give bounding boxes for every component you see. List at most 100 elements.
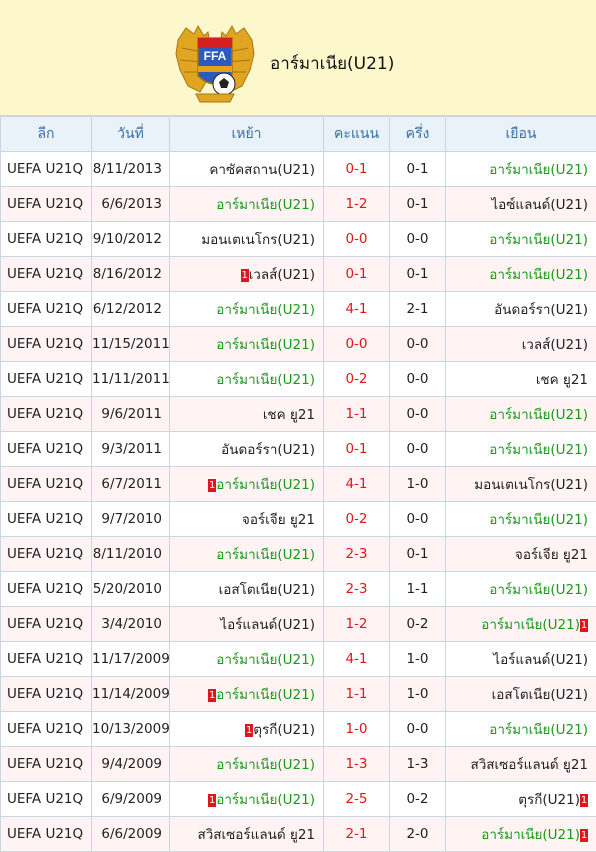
away-team-name[interactable]: อาร์มาเนีย(U21) (481, 827, 580, 843)
away-team-cell[interactable]: อันดอร์รา(U21) (446, 292, 596, 327)
league-cell[interactable]: UEFA U21Q (1, 397, 92, 432)
home-team-name[interactable]: ไอร์แลนด์(U21) (220, 617, 315, 633)
league-cell[interactable]: UEFA U21Q (1, 537, 92, 572)
league-name[interactable]: UEFA U21Q (7, 441, 83, 457)
away-team-cell[interactable]: อาร์มาเนีย(U21) (446, 222, 596, 257)
column-header-league[interactable]: ลีก (1, 117, 92, 152)
away-team-cell[interactable]: ไอซ์แลนด์(U21) (446, 187, 596, 222)
league-cell[interactable]: UEFA U21Q (1, 607, 92, 642)
league-name[interactable]: UEFA U21Q (7, 476, 83, 492)
away-team-cell[interactable]: ตุรกี(U21)1 (446, 782, 596, 817)
away-team-cell[interactable]: อาร์มาเนีย(U21) (446, 572, 596, 607)
full-time-score[interactable]: 1-0 (345, 721, 367, 737)
full-time-score[interactable]: 0-1 (345, 441, 367, 457)
league-cell[interactable]: UEFA U21Q (1, 292, 92, 327)
home-team-cell[interactable]: เอสโตเนีย(U21) (170, 572, 324, 607)
away-team-cell[interactable]: อาร์มาเนีย(U21)1 (446, 607, 596, 642)
league-cell[interactable]: UEFA U21Q (1, 187, 92, 222)
column-header-home[interactable]: เหย้า (170, 117, 324, 152)
league-name[interactable]: UEFA U21Q (7, 686, 83, 702)
away-team-name[interactable]: อาร์มาเนีย(U21) (489, 232, 588, 248)
score-cell[interactable]: 2-3 (324, 537, 390, 572)
score-cell[interactable]: 0-2 (324, 502, 390, 537)
full-time-score[interactable]: 1-1 (345, 406, 367, 422)
home-team-cell[interactable]: 1อาร์มาเนีย(U21) (170, 677, 324, 712)
home-team-cell[interactable]: 1เวลส์(U21) (170, 257, 324, 292)
score-cell[interactable]: 0-2 (324, 362, 390, 397)
home-team-name[interactable]: อาร์มาเนีย(U21) (216, 477, 315, 493)
full-time-score[interactable]: 4-1 (345, 301, 367, 317)
column-header-away[interactable]: เยือน (446, 117, 596, 152)
away-team-cell[interactable]: อาร์มาเนีย(U21) (446, 152, 596, 187)
home-team-cell[interactable]: อันดอร์รา(U21) (170, 432, 324, 467)
home-team-cell[interactable]: อาร์มาเนีย(U21) (170, 642, 324, 677)
away-team-name[interactable]: อาร์มาเนีย(U21) (489, 722, 588, 738)
away-team-name[interactable]: อาร์มาเนีย(U21) (489, 512, 588, 528)
away-team-name[interactable]: ไอซ์แลนด์(U21) (491, 197, 588, 213)
league-cell[interactable]: UEFA U21Q (1, 257, 92, 292)
league-cell[interactable]: UEFA U21Q (1, 817, 92, 852)
away-team-cell[interactable]: ไอร์แลนด์(U21) (446, 642, 596, 677)
league-cell[interactable]: UEFA U21Q (1, 712, 92, 747)
column-header-date[interactable]: วันที่ (92, 117, 170, 152)
away-team-cell[interactable]: สวิสเซอร์แลนด์ ยู21 (446, 747, 596, 782)
home-team-cell[interactable]: เชค ยู21 (170, 397, 324, 432)
score-cell[interactable]: 2-1 (324, 817, 390, 852)
score-cell[interactable]: 1-1 (324, 397, 390, 432)
home-team-name[interactable]: เอสโตเนีย(U21) (219, 582, 315, 598)
away-team-name[interactable]: ตุรกี(U21) (518, 792, 580, 808)
away-team-name[interactable]: อันดอร์รา(U21) (494, 302, 588, 318)
league-cell[interactable]: UEFA U21Q (1, 222, 92, 257)
away-team-name[interactable]: เชค ยู21 (536, 372, 588, 388)
away-team-name[interactable]: อาร์มาเนีย(U21) (489, 407, 588, 423)
home-team-cell[interactable]: อาร์มาเนีย(U21) (170, 537, 324, 572)
home-team-name[interactable]: อันดอร์รา(U21) (221, 442, 315, 458)
league-name[interactable]: UEFA U21Q (7, 791, 83, 807)
score-cell[interactable]: 0-1 (324, 152, 390, 187)
league-name[interactable]: UEFA U21Q (7, 826, 83, 842)
home-team-name[interactable]: อาร์มาเนีย(U21) (216, 687, 315, 703)
league-name[interactable]: UEFA U21Q (7, 336, 83, 352)
away-team-cell[interactable]: เชค ยู21 (446, 362, 596, 397)
league-name[interactable]: UEFA U21Q (7, 266, 83, 282)
league-name[interactable]: UEFA U21Q (7, 406, 83, 422)
league-name[interactable]: UEFA U21Q (7, 756, 83, 772)
away-team-cell[interactable]: มอนเตเนโกร(U21) (446, 467, 596, 502)
score-cell[interactable]: 0-0 (324, 222, 390, 257)
home-team-name[interactable]: คาซัคสถาน(U21) (209, 162, 315, 178)
away-team-cell[interactable]: อาร์มาเนีย(U21) (446, 432, 596, 467)
away-team-name[interactable]: อาร์มาเนีย(U21) (481, 617, 580, 633)
home-team-name[interactable]: ตุรกี(U21) (253, 722, 315, 738)
home-team-cell[interactable]: อาร์มาเนีย(U21) (170, 362, 324, 397)
home-team-cell[interactable]: อาร์มาเนีย(U21) (170, 327, 324, 362)
home-team-cell[interactable]: คาซัคสถาน(U21) (170, 152, 324, 187)
home-team-name[interactable]: มอนเตเนโกร(U21) (201, 232, 315, 248)
home-team-cell[interactable]: 1อาร์มาเนีย(U21) (170, 782, 324, 817)
score-cell[interactable]: 2-5 (324, 782, 390, 817)
column-header-score[interactable]: คะแนน (324, 117, 390, 152)
league-cell[interactable]: UEFA U21Q (1, 362, 92, 397)
league-cell[interactable]: UEFA U21Q (1, 327, 92, 362)
score-cell[interactable]: 0-1 (324, 432, 390, 467)
league-cell[interactable]: UEFA U21Q (1, 642, 92, 677)
league-name[interactable]: UEFA U21Q (7, 161, 83, 177)
column-header-half[interactable]: ครึ่ง (390, 117, 446, 152)
away-team-name[interactable]: สวิสเซอร์แลนด์ ยู21 (470, 757, 588, 773)
away-team-cell[interactable]: เวลส์(U21) (446, 327, 596, 362)
score-cell[interactable]: 1-1 (324, 677, 390, 712)
away-team-name[interactable]: จอร์เจีย ยู21 (515, 547, 588, 563)
league-cell[interactable]: UEFA U21Q (1, 782, 92, 817)
home-team-cell[interactable]: อาร์มาเนีย(U21) (170, 292, 324, 327)
away-team-name[interactable]: เอสโตเนีย(U21) (492, 687, 588, 703)
full-time-score[interactable]: 1-2 (345, 196, 367, 212)
full-time-score[interactable]: 4-1 (345, 476, 367, 492)
home-team-name[interactable]: อาร์มาเนีย(U21) (216, 197, 315, 213)
league-cell[interactable]: UEFA U21Q (1, 677, 92, 712)
league-cell[interactable]: UEFA U21Q (1, 502, 92, 537)
score-cell[interactable]: 1-2 (324, 187, 390, 222)
home-team-cell[interactable]: มอนเตเนโกร(U21) (170, 222, 324, 257)
away-team-name[interactable]: มอนเตเนโกร(U21) (474, 477, 588, 493)
score-cell[interactable]: 1-3 (324, 747, 390, 782)
league-cell[interactable]: UEFA U21Q (1, 432, 92, 467)
home-team-cell[interactable]: จอร์เจีย ยู21 (170, 502, 324, 537)
